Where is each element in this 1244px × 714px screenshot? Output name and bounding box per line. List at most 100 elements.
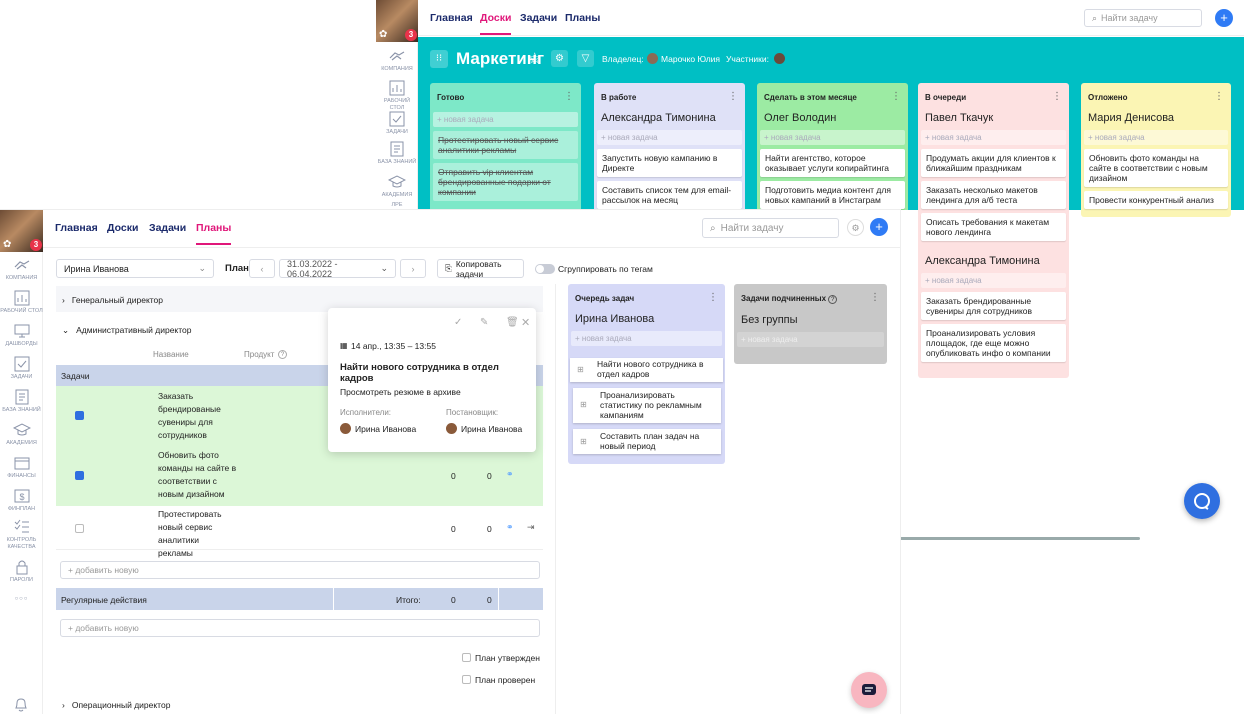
row-checkbox[interactable] bbox=[75, 524, 84, 533]
sidebar-item-finplan[interactable]: $ ФИНПЛАН bbox=[0, 488, 43, 513]
task-card[interactable]: Подготовить медиа контент для новых камп… bbox=[760, 181, 905, 209]
group-by-tags-toggle[interactable] bbox=[535, 264, 555, 274]
queue-card[interactable]: ⊞ Проанализировать статистику по рекламны… bbox=[573, 388, 721, 423]
plan-approved-checkbox[interactable] bbox=[462, 653, 471, 662]
task-card[interactable]: Отправить vip клиентам брендированные по… bbox=[433, 163, 578, 201]
star-icon[interactable]: ☆ bbox=[528, 49, 541, 67]
horizontal-scrollbar[interactable] bbox=[900, 537, 1140, 540]
nav-boards[interactable]: Доски bbox=[480, 12, 512, 35]
more-icon[interactable]: ⋮ bbox=[1052, 91, 1062, 102]
board-menu-icon[interactable]: ⁝⁝ bbox=[430, 50, 448, 68]
task-card[interactable]: Заказать брендированные сувениры для сот… bbox=[921, 292, 1066, 320]
task-card[interactable]: Проанализировать условия площадок, где е… bbox=[921, 324, 1066, 362]
copy-tasks-button[interactable]: ⎘ Копировать задачи bbox=[437, 259, 524, 279]
link-icon[interactable]: ⚭ bbox=[506, 522, 514, 533]
new-task-input[interactable]: + новая задача bbox=[571, 331, 722, 346]
add-button[interactable]: + bbox=[870, 218, 888, 236]
member-avatar[interactable] bbox=[774, 53, 785, 64]
more-icon[interactable]: ⋮ bbox=[891, 91, 901, 102]
sidebar-more[interactable]: ○○○ bbox=[0, 596, 43, 602]
next-week-button[interactable]: › bbox=[400, 259, 426, 278]
sidebar-item-company[interactable]: КОМПАНИЯ bbox=[0, 257, 43, 282]
sidebar-item-tasks[interactable]: ЗАДАЧИ bbox=[0, 356, 43, 381]
sidebar-item-academy[interactable]: АКАДЕМИЯ bbox=[376, 174, 418, 199]
user-select[interactable]: Ирина Иванова ⌄ bbox=[56, 259, 214, 278]
task-card[interactable]: Запустить новую кампанию в Директе bbox=[597, 149, 742, 177]
section-operational-director[interactable]: › Операционный директор bbox=[56, 696, 543, 714]
queue-card[interactable]: ⊞ Составить план задач на новый период bbox=[573, 429, 721, 454]
nav-plans[interactable]: Планы bbox=[565, 12, 600, 24]
new-task-input[interactable]: + новая задача bbox=[737, 332, 884, 347]
search-input[interactable]: ⌕ Найти задачу bbox=[702, 218, 839, 238]
sidebar-item-finance[interactable]: ФИНАНСЫ bbox=[0, 455, 43, 480]
expand-icon[interactable]: ⊞ bbox=[577, 365, 584, 374]
nav-tasks[interactable]: Задачи bbox=[149, 222, 186, 234]
new-task-input[interactable]: + новая задача bbox=[1084, 130, 1228, 145]
new-task-input[interactable]: + новая задача bbox=[597, 130, 742, 145]
close-icon[interactable]: ✕ bbox=[521, 316, 530, 329]
more-icon[interactable]: ⋮ bbox=[728, 91, 738, 102]
more-icon[interactable]: ⋮ bbox=[1214, 91, 1224, 102]
table-row[interactable] bbox=[56, 446, 543, 506]
settings-button[interactable]: ⚙ bbox=[847, 219, 864, 236]
gear-icon[interactable]: ✿ bbox=[379, 29, 387, 40]
more-icon[interactable]: ⋮ bbox=[870, 292, 880, 303]
new-task-input[interactable]: + новая задача bbox=[433, 112, 578, 127]
nav-tasks[interactable]: Задачи bbox=[520, 12, 557, 24]
link-icon[interactable]: ⚭ bbox=[506, 469, 514, 480]
sidebar-item-passwords[interactable]: ПАРОЛИ bbox=[0, 559, 43, 584]
bell-icon[interactable] bbox=[13, 696, 29, 712]
date-range-input[interactable]: 31.03.2022 - 06.04.2022 ⌄ bbox=[279, 259, 396, 279]
task-card[interactable]: Составить список тем для email-рассылок … bbox=[597, 181, 742, 209]
task-card[interactable]: Обновить фото команды на сайте в соответ… bbox=[1084, 149, 1228, 187]
setter-avatar[interactable] bbox=[446, 423, 457, 434]
row-title[interactable]: Протестировать новый сервис аналитики ре… bbox=[158, 508, 234, 560]
move-icon[interactable]: ⇥ bbox=[527, 522, 535, 533]
task-card[interactable]: Продумать акции для клиентов к ближайшим… bbox=[921, 149, 1066, 177]
expand-icon[interactable]: ⊞ bbox=[580, 400, 587, 409]
add-button[interactable]: + bbox=[1215, 9, 1233, 27]
more-icon[interactable]: ⋮ bbox=[564, 91, 574, 102]
sidebar-item-knowledge[interactable]: БАЗА ЗНАНИЙ bbox=[0, 389, 43, 414]
table-row[interactable] bbox=[56, 506, 543, 550]
row-title[interactable]: Заказать брендированые сувениры для сотр… bbox=[158, 390, 228, 442]
sidebar-item-tasks[interactable]: ЗАДАЧИ bbox=[376, 111, 418, 136]
setter-name[interactable]: Ирина Иванова bbox=[461, 424, 522, 434]
sidebar-item-desktop[interactable]: РАБОЧИЙ СТОЛ bbox=[0, 290, 43, 315]
add-task-input[interactable]: + добавить новую bbox=[60, 561, 540, 579]
sidebar-item-more[interactable]: ЛРЕ bbox=[376, 202, 418, 209]
more-icon[interactable]: ⋮ bbox=[708, 292, 718, 303]
executor-name[interactable]: Ирина Иванова bbox=[355, 424, 416, 434]
executor-avatar[interactable] bbox=[340, 423, 351, 434]
task-card[interactable]: Протестировать новый сервис аналитики ре… bbox=[433, 131, 578, 159]
add-regular-action-input[interactable]: + добавить новую bbox=[60, 619, 540, 637]
complete-icon[interactable]: ✓ bbox=[454, 317, 462, 328]
row-title[interactable]: Обновить фото команды на сайте в соответ… bbox=[158, 449, 238, 501]
new-task-input[interactable]: + новая задача bbox=[921, 273, 1066, 288]
new-task-input[interactable]: + новая задача bbox=[921, 130, 1066, 145]
sidebar-item-dashboards[interactable]: ДАШБОРДЫ bbox=[0, 323, 43, 348]
filter-icon[interactable]: ▽ bbox=[577, 50, 594, 67]
owner-avatar[interactable] bbox=[647, 53, 658, 64]
sidebar-item-company[interactable]: КОМПАНИЯ bbox=[376, 48, 418, 73]
delete-icon[interactable]: 🗑 bbox=[506, 317, 519, 328]
gear-icon[interactable]: ✿ bbox=[3, 239, 11, 250]
chat-support-button[interactable] bbox=[1184, 483, 1220, 519]
queue-card[interactable]: ⊞ Найти нового сотрудника в отдел кадров bbox=[570, 358, 723, 382]
expand-icon[interactable]: ⊞ bbox=[580, 437, 587, 446]
sidebar-item-quality[interactable]: КОНТРОЛЬ КАЧЕСТВА bbox=[0, 519, 43, 551]
task-card[interactable]: Провести конкурентный анализ bbox=[1084, 191, 1228, 209]
sidebar-item-knowledge[interactable]: БАЗА ЗНАНИЙ bbox=[376, 141, 418, 166]
nav-boards[interactable]: Доски bbox=[107, 222, 138, 234]
nav-home[interactable]: Главная bbox=[430, 12, 473, 24]
row-checkbox[interactable] bbox=[75, 411, 84, 420]
nav-plans[interactable]: Планы bbox=[196, 222, 232, 245]
nav-home[interactable]: Главная bbox=[55, 222, 98, 234]
sidebar-item-desktop[interactable]: РАБОЧИЙ СТОЛ bbox=[376, 80, 418, 112]
owner-name[interactable]: Марочко Юлия bbox=[661, 54, 720, 64]
chat-button[interactable] bbox=[851, 672, 887, 708]
sidebar-item-academy[interactable]: АКАДЕМИЯ bbox=[0, 422, 43, 447]
new-task-input[interactable]: + новая задача bbox=[760, 130, 905, 145]
plan-checked-checkbox[interactable] bbox=[462, 675, 471, 684]
search-input[interactable]: ⌕ Найти задачу bbox=[1084, 9, 1202, 27]
